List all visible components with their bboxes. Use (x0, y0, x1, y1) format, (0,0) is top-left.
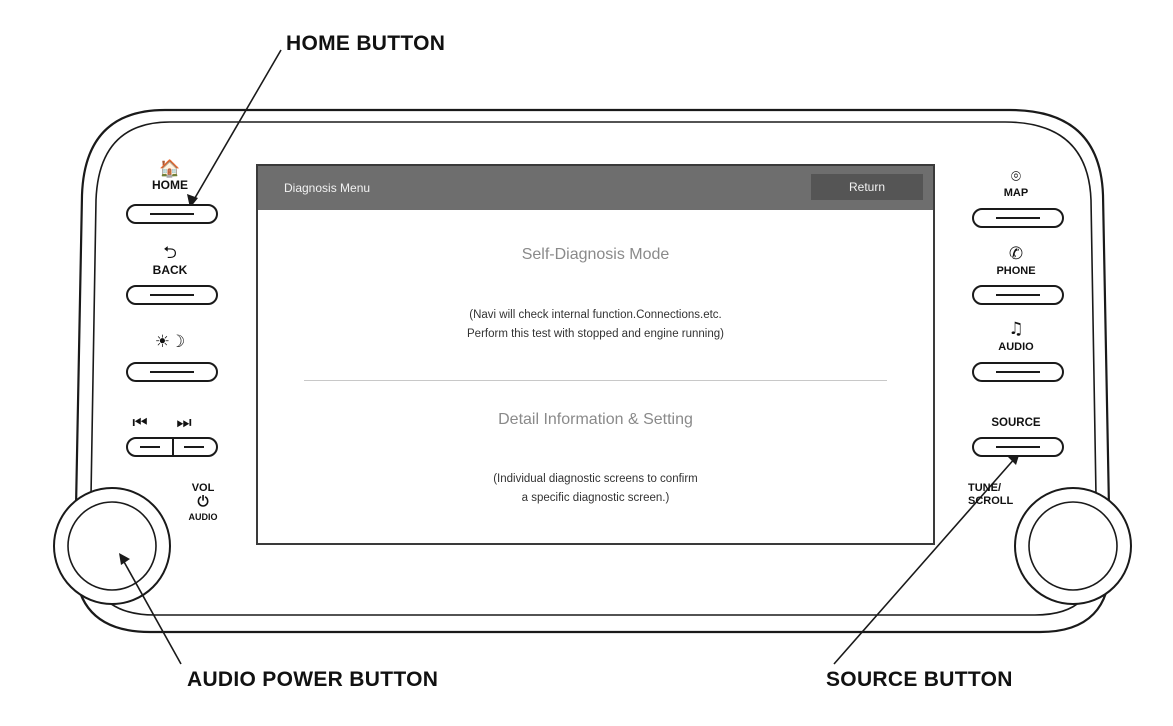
vol-label: VOL (191, 482, 215, 494)
diagnosis-screen: Diagnosis Menu Return Self-Diagnosis Mod… (256, 164, 935, 545)
next-track-icon: ⏭ (176, 413, 192, 433)
source-button-callout: SOURCE BUTTON (826, 668, 1013, 691)
audio-button[interactable] (972, 362, 1064, 382)
map-button[interactable] (972, 208, 1064, 228)
menu-item-description-line: a specific diagnostic screen.) (521, 492, 670, 504)
back-button-label: BACK (152, 263, 188, 277)
audio-power-button[interactable] (70, 504, 154, 588)
vol-audio-label: AUDIO (188, 512, 218, 522)
map-pin-icon: ⌾ (1010, 167, 1022, 187)
phone-icon: ✆ (1008, 244, 1024, 264)
menu-item-description-line: (Navi will check internal function.Conne… (469, 309, 722, 321)
menu-item-description-line: (Individual diagnostic screens to confir… (493, 473, 698, 485)
tune-scroll-knob-control[interactable] (1031, 504, 1115, 588)
source-button-label: SOURCE (991, 417, 1041, 429)
audio-power-button-callout: AUDIO POWER BUTTON (187, 668, 439, 691)
home-button-label: HOME (152, 178, 188, 192)
map-button-label: MAP (1003, 187, 1029, 199)
menu-item-title: Self-Diagnosis Mode (521, 246, 670, 263)
return-button[interactable]: Return (811, 174, 923, 200)
previous-track-button[interactable] (128, 439, 174, 455)
power-icon: ⏻ (197, 494, 209, 510)
skip-track-rocker (126, 437, 218, 457)
day-night-icon: ☀☽ (154, 332, 186, 352)
home-button[interactable] (126, 204, 218, 224)
menu-divider (304, 380, 887, 381)
scroll-label: SCROLL (968, 495, 1014, 507)
menu-item-detail-information[interactable]: Detail Information & Setting (Individual… (258, 391, 933, 531)
music-note-icon: ♫ (1008, 319, 1024, 339)
next-track-button[interactable] (172, 439, 216, 455)
menu-item-description-line: Perform this test with stopped and engin… (467, 328, 724, 340)
tune-label: TUNE/ (968, 482, 1001, 494)
back-button[interactable] (126, 285, 218, 305)
home-button-callout: HOME BUTTON (286, 32, 446, 55)
back-arrow-icon: ⮌ (163, 243, 177, 263)
audio-button-label: AUDIO (998, 341, 1034, 353)
menu-item-title: Detail Information & Setting (498, 411, 693, 428)
screen-header: Diagnosis Menu Return (258, 166, 933, 210)
source-button[interactable] (972, 437, 1064, 457)
phone-button[interactable] (972, 285, 1064, 305)
brightness-button[interactable] (126, 362, 218, 382)
phone-button-label: PHONE (996, 265, 1036, 277)
screen-title: Diagnosis Menu (284, 181, 371, 195)
home-icon: 🏠 (159, 159, 181, 179)
menu-item-self-diagnosis[interactable]: Self-Diagnosis Mode (Navi will check int… (258, 222, 933, 362)
